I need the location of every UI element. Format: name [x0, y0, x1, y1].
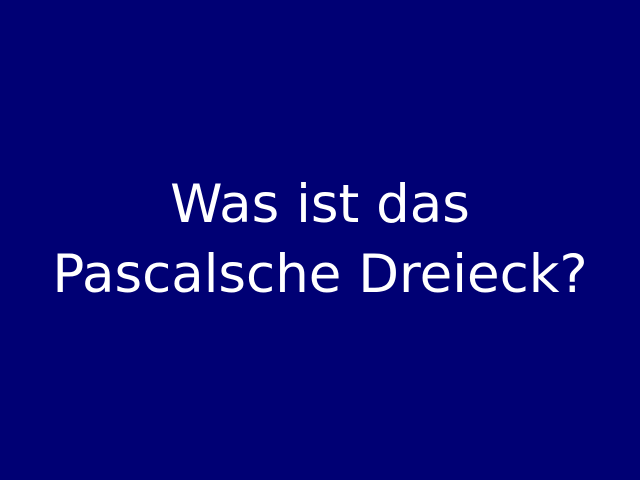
- slide-title-line-1: Was ist das: [170, 174, 470, 235]
- presentation-slide: Was ist das Pascalsche Dreieck?: [0, 0, 640, 480]
- slide-title-line-2: Pascalsche Dreieck?: [52, 244, 588, 305]
- slide-title: Was ist das Pascalsche Dreieck?: [0, 170, 640, 310]
